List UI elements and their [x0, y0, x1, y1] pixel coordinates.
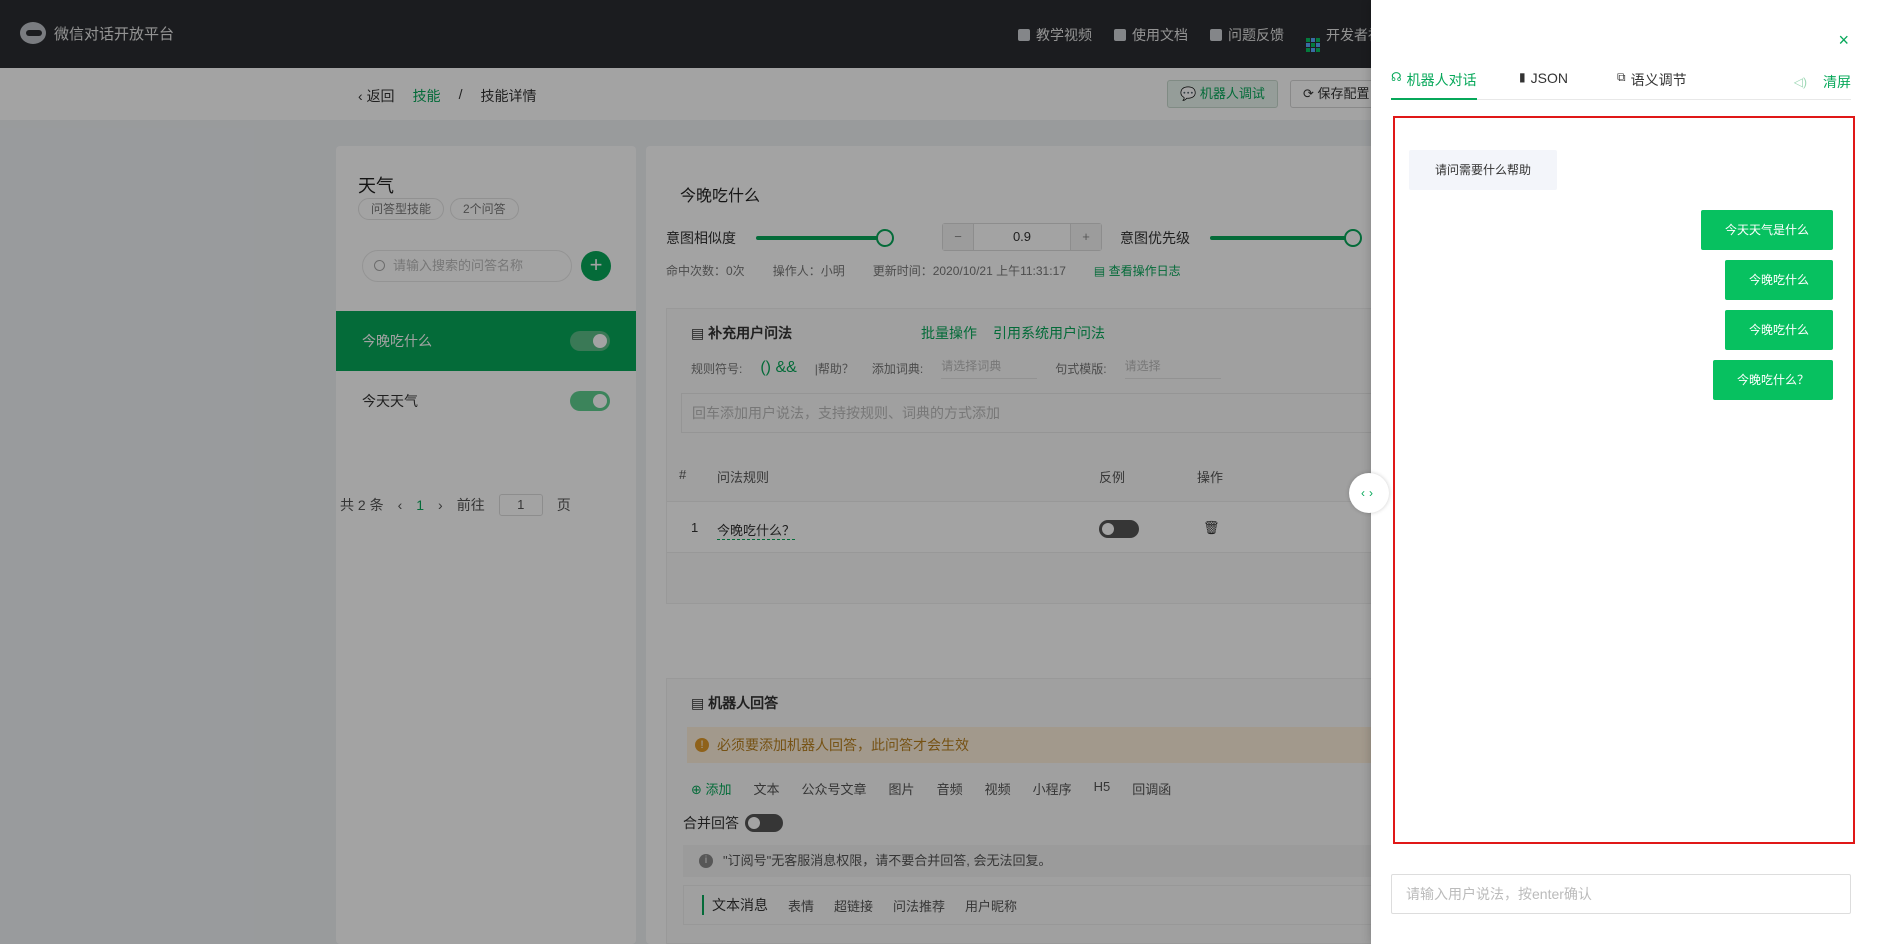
clear-screen-group: ◁) 清屏	[1794, 72, 1851, 92]
robot-debug-drawer: × ☊ 机器人对话 ▮ JSON ⧉ 语义调节 ◁) 清屏 请问需要什么帮助 今…	[1371, 0, 1879, 944]
chat-input[interactable]: 请输入用户说法，按enter确认	[1391, 874, 1851, 914]
tab-json[interactable]: ▮ JSON	[1519, 70, 1568, 100]
user-message: 今天天气是什么	[1700, 210, 1833, 250]
modal-overlay[interactable]	[0, 0, 1371, 944]
bar-chart-icon: ▮	[1519, 70, 1526, 84]
user-message: 今晚吃什么	[1724, 260, 1833, 300]
bot-message: 请问需要什么帮助	[1409, 150, 1558, 190]
drawer-collapse-handle[interactable]: ‹›	[1349, 473, 1389, 513]
tab-semantic-tuning[interactable]: ⧉ 语义调节	[1617, 70, 1687, 100]
headset-icon: ☊	[1391, 70, 1402, 84]
user-message: 今晚吃什么	[1724, 310, 1833, 350]
chat-area: 请问需要什么帮助 今天天气是什么 今晚吃什么 今晚吃什么 今晚吃什么？	[1393, 116, 1855, 844]
clear-screen-button[interactable]: 清屏	[1823, 72, 1851, 92]
speaker-icon[interactable]: ◁)	[1794, 75, 1807, 89]
drawer-tabs: ☊ 机器人对话 ▮ JSON ⧉ 语义调节 ◁) 清屏	[1391, 70, 1851, 100]
user-message: 今晚吃什么？	[1712, 360, 1833, 400]
close-icon[interactable]: ×	[1838, 30, 1849, 51]
tune-icon: ⧉	[1617, 70, 1626, 84]
tab-robot-chat[interactable]: ☊ 机器人对话	[1391, 70, 1477, 100]
